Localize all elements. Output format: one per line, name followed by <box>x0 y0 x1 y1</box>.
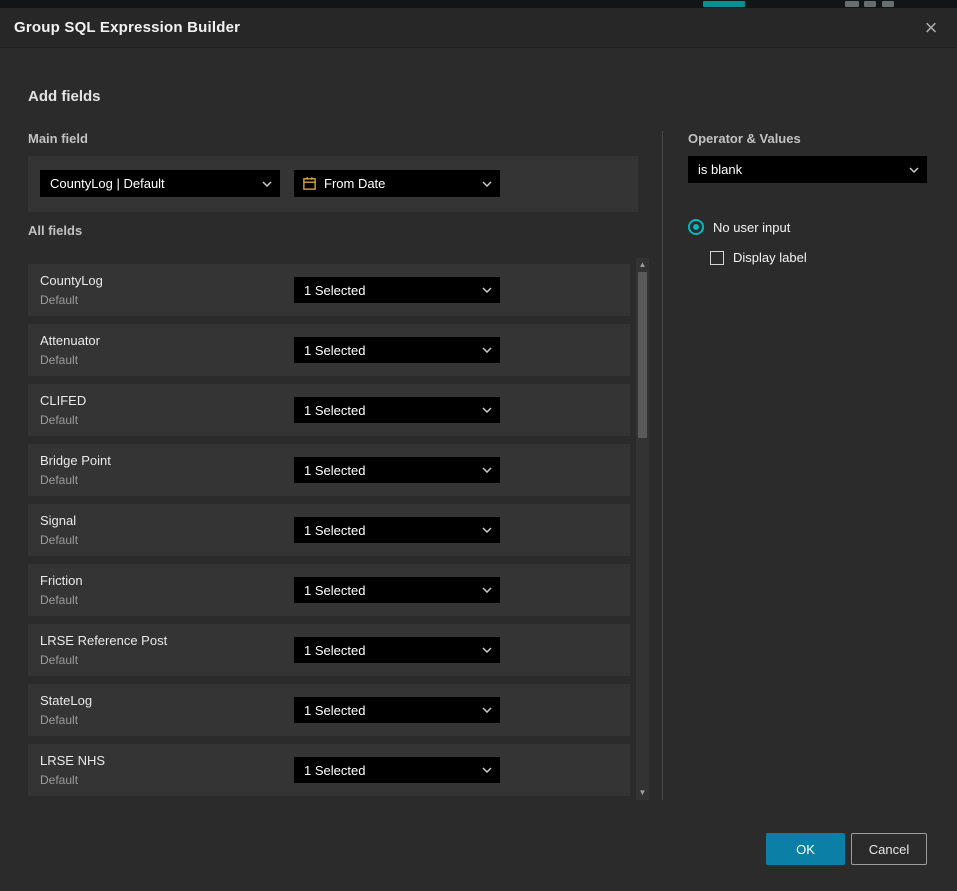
field-selected-dropdown[interactable]: 1 Selected <box>294 457 500 483</box>
no-user-input-radio[interactable] <box>688 219 704 235</box>
cancel-button[interactable]: Cancel <box>851 833 927 865</box>
field-selected-value: 1 Selected <box>304 403 365 418</box>
main-field-panel: CountyLog | Default From Date <box>28 156 638 212</box>
field-selected-value: 1 Selected <box>304 643 365 658</box>
field-selected-value: 1 Selected <box>304 583 365 598</box>
field-selected-value: 1 Selected <box>304 703 365 718</box>
close-icon[interactable]: × <box>919 16 943 40</box>
field-row: LRSE NHS Default 1 Selected <box>28 744 630 796</box>
field-selected-value: 1 Selected <box>304 523 365 538</box>
dialog-title: Group SQL Expression Builder <box>14 19 240 36</box>
dialog-header: Group SQL Expression Builder × <box>0 8 957 48</box>
scroll-down-arrow-icon[interactable]: ▼ <box>636 788 649 798</box>
chevron-down-icon <box>482 647 492 653</box>
all-fields-label: All fields <box>28 223 82 238</box>
chevron-down-icon <box>909 167 919 173</box>
add-fields-heading: Add fields <box>28 88 101 105</box>
layer-dropdown-value: CountyLog | Default <box>50 176 165 191</box>
field-row: CLIFED Default 1 Selected <box>28 384 630 436</box>
date-field-dropdown[interactable]: From Date <box>294 170 500 197</box>
field-selected-dropdown[interactable]: 1 Selected <box>294 517 500 543</box>
layer-dropdown[interactable]: CountyLog | Default <box>40 170 280 197</box>
chevron-down-icon <box>482 467 492 473</box>
no-user-input-option[interactable]: No user input <box>688 219 790 235</box>
screen: Group SQL Expression Builder × Add field… <box>0 0 957 891</box>
background-clipped-ui <box>703 1 745 7</box>
chevron-down-icon <box>482 587 492 593</box>
field-row: CountyLog Default 1 Selected <box>28 264 630 316</box>
field-selected-dropdown[interactable]: 1 Selected <box>294 337 500 363</box>
fields-list-scrollbar[interactable]: ▲ ▼ <box>636 258 649 800</box>
chevron-down-icon <box>482 407 492 413</box>
vertical-divider <box>662 131 663 800</box>
calendar-icon <box>302 176 317 191</box>
field-row: Attenuator Default 1 Selected <box>28 324 630 376</box>
background-clipped-ui <box>845 1 859 7</box>
background-clipped-ui <box>882 1 894 7</box>
field-row: StateLog Default 1 Selected <box>28 684 630 736</box>
field-selected-value: 1 Selected <box>304 763 365 778</box>
chevron-down-icon <box>482 527 492 533</box>
field-row: Signal Default 1 Selected <box>28 504 630 556</box>
field-selected-value: 1 Selected <box>304 283 365 298</box>
chevron-down-icon <box>482 707 492 713</box>
all-fields-list: CountyLog Default 1 Selected Attenuator … <box>28 264 630 804</box>
field-selected-dropdown[interactable]: 1 Selected <box>294 757 500 783</box>
field-selected-dropdown[interactable]: 1 Selected <box>294 637 500 663</box>
field-selected-dropdown[interactable]: 1 Selected <box>294 697 500 723</box>
chevron-down-icon <box>262 181 272 187</box>
scroll-up-arrow-icon[interactable]: ▲ <box>636 260 649 270</box>
operator-dropdown[interactable]: is blank <box>688 156 927 183</box>
field-row: LRSE Reference Post Default 1 Selected <box>28 624 630 676</box>
scrollbar-thumb[interactable] <box>638 272 647 438</box>
operator-dropdown-value: is blank <box>698 162 742 177</box>
field-selected-value: 1 Selected <box>304 343 365 358</box>
display-label-label: Display label <box>733 250 807 265</box>
operator-values-label: Operator & Values <box>688 131 801 146</box>
no-user-input-label: No user input <box>713 220 790 235</box>
display-label-option[interactable]: Display label <box>710 250 807 265</box>
display-label-checkbox[interactable] <box>710 251 724 265</box>
chevron-down-icon <box>482 347 492 353</box>
field-selected-dropdown[interactable]: 1 Selected <box>294 397 500 423</box>
field-selected-dropdown[interactable]: 1 Selected <box>294 577 500 603</box>
chevron-down-icon <box>482 181 492 187</box>
ok-button[interactable]: OK <box>766 833 845 865</box>
field-row: Friction Default 1 Selected <box>28 564 630 616</box>
chevron-down-icon <box>482 287 492 293</box>
date-field-dropdown-value: From Date <box>324 176 385 191</box>
field-selected-dropdown[interactable]: 1 Selected <box>294 277 500 303</box>
group-sql-expression-builder-dialog: Group SQL Expression Builder × Add field… <box>0 8 957 891</box>
main-field-label: Main field <box>28 131 88 146</box>
field-selected-value: 1 Selected <box>304 463 365 478</box>
chevron-down-icon <box>482 767 492 773</box>
background-clipped-ui <box>864 1 876 7</box>
field-row: Bridge Point Default 1 Selected <box>28 444 630 496</box>
